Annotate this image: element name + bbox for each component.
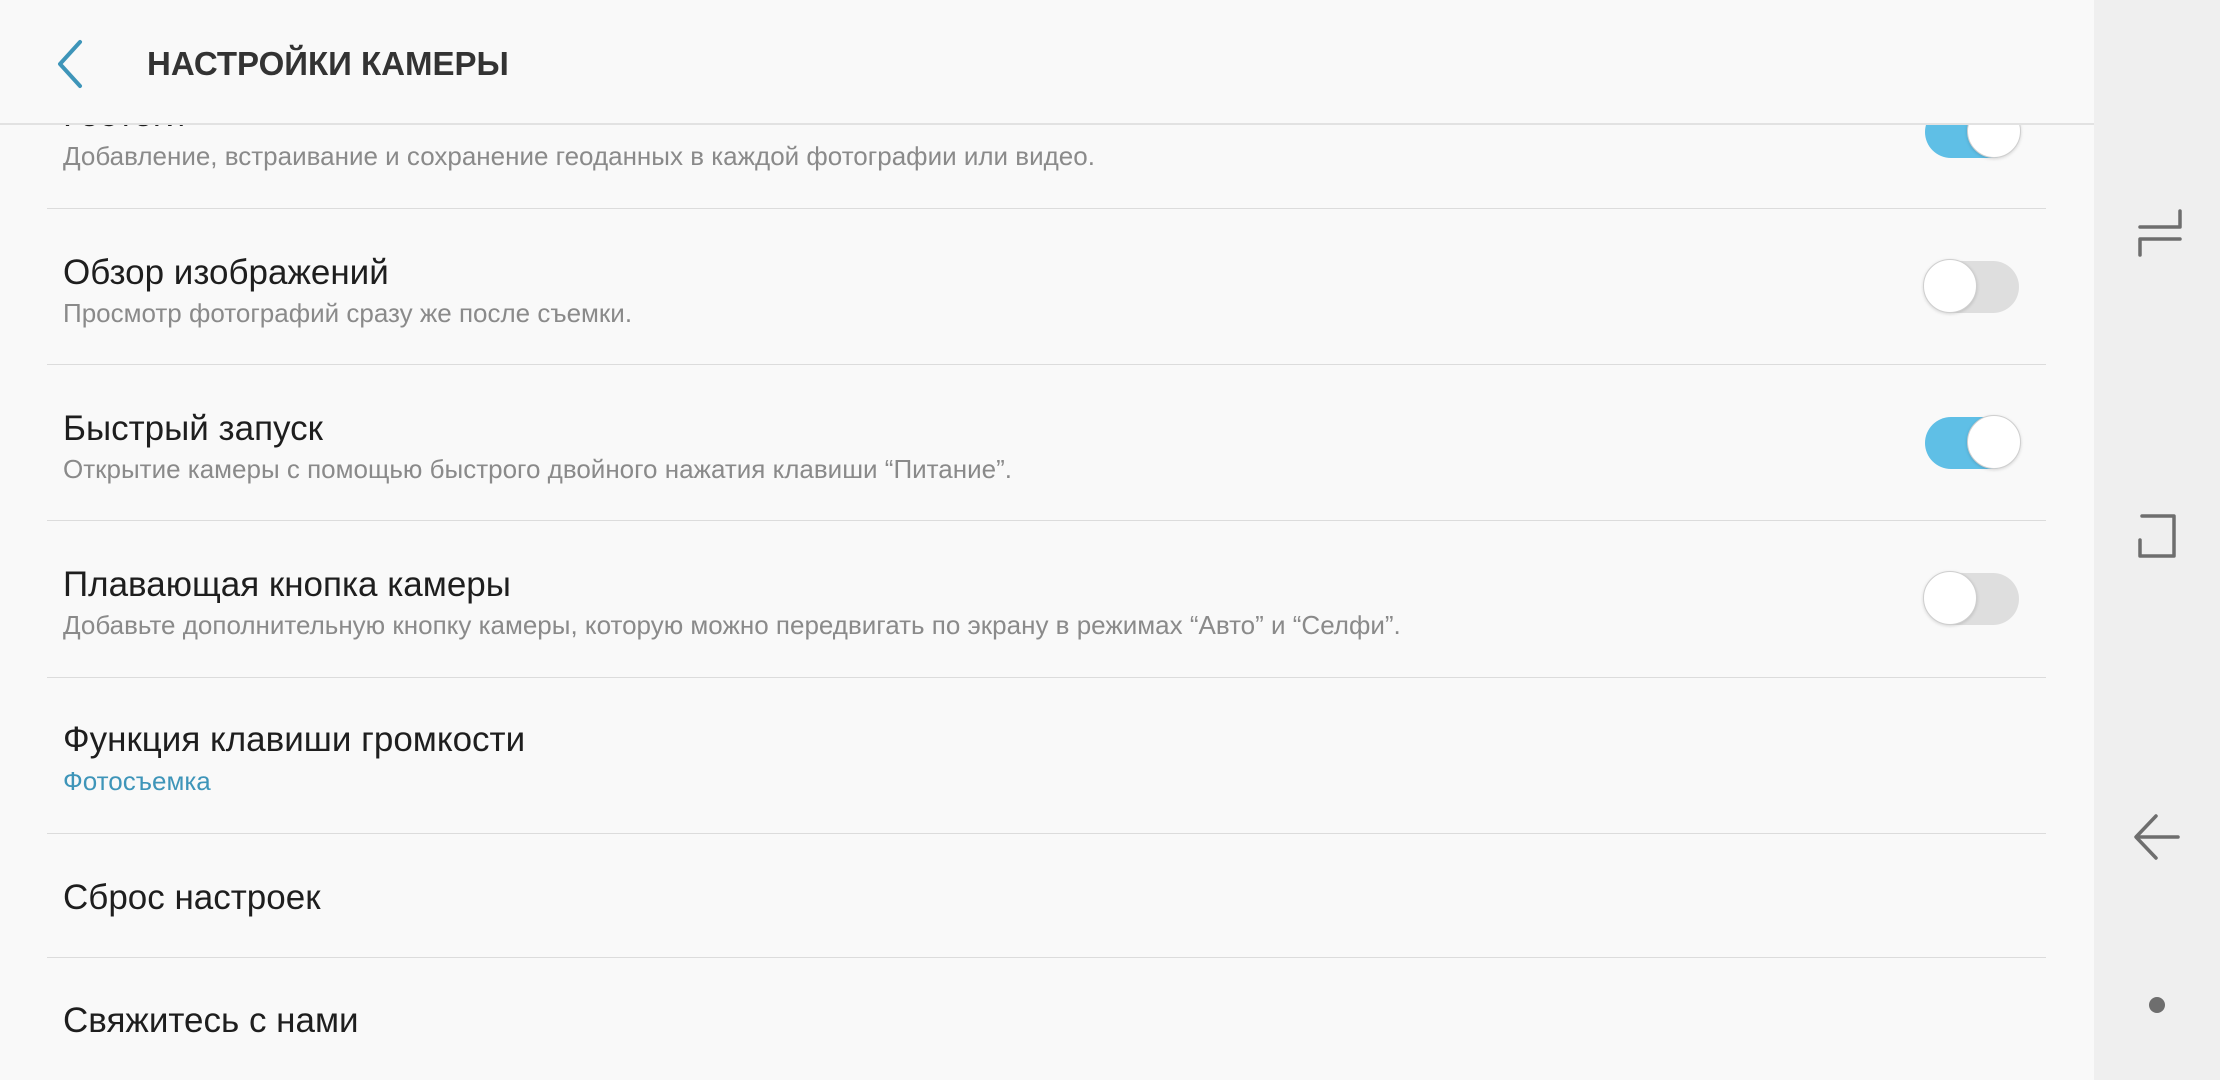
setting-title: Обзор изображений	[63, 253, 389, 292]
setting-description: Добавление, встраивание и сохранение гео…	[63, 141, 1095, 171]
back-button[interactable]	[44, 28, 100, 100]
recent-apps-icon	[2138, 209, 2182, 257]
app-header: НАСТРОЙКИ КАМЕРЫ	[0, 0, 2094, 125]
setting-row-review[interactable]: Обзор изображений Просмотр фотографий ср…	[47, 209, 2046, 364]
setting-row-quick-launch[interactable]: Быстрый запуск Открытие камеры с помощью…	[47, 365, 2046, 520]
setting-description: Открытие камеры с помощью быстрого двойн…	[63, 454, 1012, 484]
review-toggle[interactable]	[1923, 259, 2021, 315]
back-arrow-icon	[2134, 814, 2180, 860]
setting-title: Быстрый запуск	[63, 409, 323, 448]
camera-settings-screen: Геотеги Добавление, встраивание и сохран…	[0, 0, 2094, 1080]
setting-title: Свяжитесь с нами	[63, 1001, 359, 1040]
toggle-thumb	[1923, 571, 1977, 625]
quick-launch-toggle[interactable]	[1923, 415, 2021, 471]
setting-row-floating-button[interactable]: Плавающая кнопка камеры Добавьте дополни…	[47, 521, 2046, 677]
setting-title: Сброс настроек	[63, 878, 321, 917]
page-title: НАСТРОЙКИ КАМЕРЫ	[147, 45, 509, 82]
recent-apps-button[interactable]	[2120, 197, 2194, 271]
setting-row-contact[interactable]: Свяжитесь с нами	[47, 958, 2046, 1080]
toggle-thumb	[1923, 259, 1977, 313]
toggle-thumb	[1967, 415, 2021, 469]
setting-row-volume-key[interactable]: Функция клавиши громкости Фотосъемка	[47, 678, 2046, 833]
chevron-left-icon	[58, 40, 82, 88]
hide-navbar-button[interactable]	[2120, 970, 2194, 1044]
hide-navbar-dot-icon	[2149, 997, 2165, 1013]
setting-value: Фотосъемка	[63, 766, 211, 796]
setting-title: Функция клавиши громкости	[63, 720, 526, 759]
floating-button-toggle[interactable]	[1923, 571, 2021, 627]
setting-description: Добавьте дополнительную кнопку камеры, к…	[63, 610, 1401, 640]
back-nav-button[interactable]	[2120, 800, 2194, 874]
setting-row-reset[interactable]: Сброс настроек	[47, 834, 2046, 957]
setting-title: Плавающая кнопка камеры	[63, 565, 511, 604]
home-icon	[2138, 514, 2176, 558]
home-button[interactable]	[2120, 498, 2194, 572]
setting-description: Просмотр фотографий сразу же после съемк…	[63, 298, 633, 328]
navigation-bar	[2094, 0, 2220, 1080]
